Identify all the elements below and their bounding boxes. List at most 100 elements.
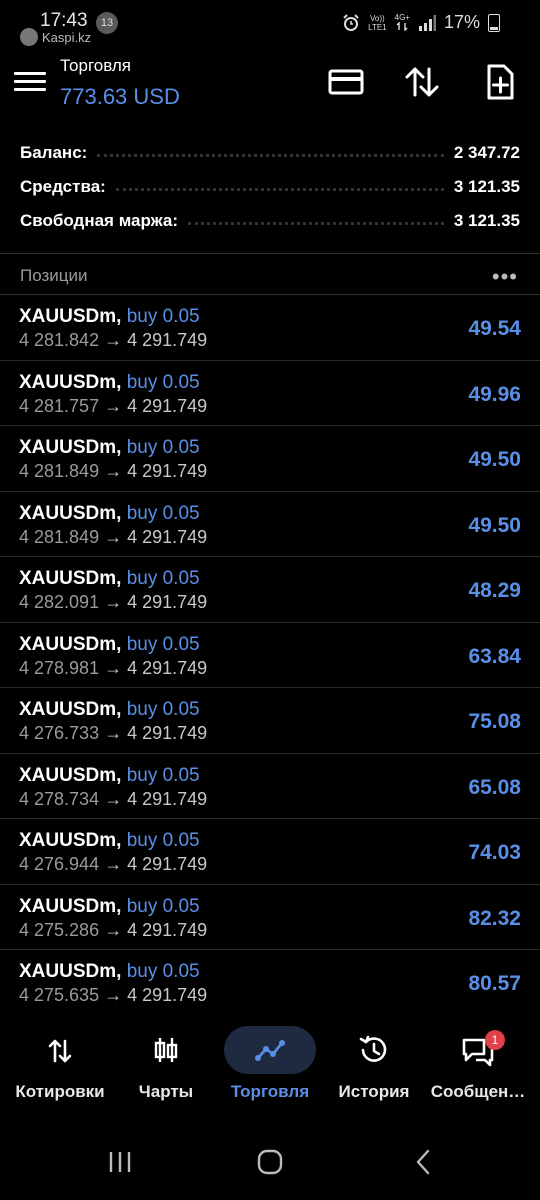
nav-quotes[interactable]: Котировки [6,1020,114,1110]
positions-list: XAUUSDm, buy 0.05 4 281.842 → 4 291.749 … [0,294,540,1015]
position-profit: 75.08 [468,710,521,733]
position-row[interactable]: XAUUSDm, buy 0.05 4 276.733 → 4 291.749 … [0,687,540,753]
position-row[interactable]: XAUUSDm, buy 0.05 4 281.849 → 4 291.749 … [0,490,540,557]
page-title: Торговля [60,56,132,75]
current-price: 4 291.749 [127,461,208,481]
position-row[interactable]: XAUUSDm, buy 0.05 4 282.091 → 4 291.749 … [0,556,540,622]
recent-apps-icon[interactable] [100,1144,140,1180]
nav-messages[interactable]: 1 Сообщен… [424,1020,532,1110]
position-side: buy 0.05 [126,568,200,589]
position-prices: 4 275.286 → 4 291.749 [19,920,207,941]
position-title: XAUUSDm, buy 0.05 [19,634,200,656]
battery-percent: 17% [443,12,480,32]
current-price: 4 291.749 [127,330,208,350]
position-row[interactable]: XAUUSDm, buy 0.05 4 276.944 → 4 291.749 … [0,818,540,884]
hamburger-icon-line [14,72,46,75]
nav-history[interactable]: История [320,1020,428,1110]
nav-label: Чарты [138,1082,194,1101]
balance-value: 2 347.72 [453,143,520,162]
card-icon[interactable] [326,64,366,100]
position-profit: 49.50 [468,448,521,471]
current-price: 4 291.749 [127,985,208,1005]
trade-line-icon [255,1040,285,1061]
position-row[interactable]: XAUUSDm, buy 0.05 4 281.842 → 4 291.749 … [0,294,540,360]
position-side: buy 0.05 [126,306,200,327]
nav-label: История [338,1082,410,1101]
dotted-leader [97,153,444,157]
position-title: XAUUSDm, buy 0.05 [19,765,200,787]
current-price: 4 291.749 [127,395,208,416]
lte-label: LTE1 [368,22,387,32]
notification-count-badge: 13 [96,12,118,34]
open-price: 4 281.842 [19,330,100,350]
position-row[interactable]: XAUUSDm, buy 0.05 4 278.734 → 4 291.749 … [0,752,540,819]
position-prices: 4 281.849 → 4 291.749 [19,461,207,482]
balance-label: Баланс: [20,143,88,162]
network-type: 4G+ [395,13,410,33]
position-title: XAUUSDm, buy 0.05 [19,699,200,721]
nav-charts[interactable]: Чарты [112,1020,220,1110]
position-symbol: XAUUSDm, [19,306,122,327]
open-price: 4 281.757 [19,395,100,416]
position-symbol: XAUUSDm, [19,568,122,589]
positions-header: Позиции ••• [0,256,540,294]
back-icon[interactable] [404,1144,444,1180]
position-side: buy 0.05 [126,502,200,524]
position-side: buy 0.05 [126,371,200,393]
position-row[interactable]: XAUUSDm, buy 0.05 4 281.757 → 4 291.749 … [0,359,540,426]
open-price: 4 276.944 [19,854,100,874]
position-symbol: XAUUSDm, [19,830,122,851]
open-price: 4 281.849 [19,526,100,547]
position-row[interactable]: XAUUSDm, buy 0.05 4 275.286 → 4 291.749 … [0,883,540,950]
sort-arrows-icon[interactable] [402,64,442,100]
open-price: 4 276.733 [19,723,100,743]
quotes-arrows-icon [48,1039,72,1063]
position-prices: 4 275.635 → 4 291.749 [19,985,207,1006]
position-profit: 48.29 [468,579,521,602]
position-row[interactable]: XAUUSDm, buy 0.05 4 278.981 → 4 291.749 … [0,621,540,688]
arrow-right-icon: → [104,395,123,416]
home-icon[interactable] [250,1144,290,1180]
position-row[interactable]: XAUUSDm, buy 0.05 4 275.635 → 4 291.749 … [0,949,540,1015]
position-title: XAUUSDm, buy 0.05 [19,568,200,590]
menu-button[interactable] [14,68,46,96]
current-price: 4 291.749 [127,788,208,809]
open-price: 4 278.734 [19,788,100,809]
position-title: XAUUSDm, buy 0.05 [19,830,200,852]
position-title: XAUUSDm, buy 0.05 [19,896,200,918]
nav-label: Котировки [15,1082,105,1101]
position-profit: 82.32 [468,906,521,930]
more-dots-icon[interactable]: ••• [492,264,518,290]
position-symbol: XAUUSDm, [19,895,122,917]
free-margin-label: Свободная маржа: [20,211,179,230]
free-margin-value: 3 121.35 [453,211,520,230]
equity-row: Средства: 3 121.35 [0,170,540,204]
current-price: 4 291.749 [127,854,208,874]
alarm-icon [343,13,359,31]
current-price: 4 291.749 [127,723,208,743]
new-order-icon[interactable] [480,64,520,100]
position-symbol: XAUUSDm, [19,502,122,524]
position-row[interactable]: XAUUSDm, buy 0.05 4 281.849 → 4 291.749 … [0,425,540,491]
position-prices: 4 278.734 → 4 291.749 [19,789,207,810]
position-side: buy 0.05 [126,699,200,720]
network-label: Vo)) LTE1 [368,14,387,32]
open-price: 4 275.635 [19,985,100,1005]
position-side: buy 0.05 [126,961,200,982]
arrow-right-icon: → [104,526,123,547]
arrow-right-icon: → [104,330,123,350]
position-title: XAUUSDm, buy 0.05 [19,503,200,525]
hamburger-icon-line [14,80,46,83]
system-navigation-bar [0,1130,540,1200]
current-price: 4 291.749 [127,657,208,678]
position-profit: 74.03 [468,841,521,864]
arrow-right-icon: → [104,985,123,1005]
current-price: 4 291.749 [127,526,208,547]
equity-value: 3 121.35 [453,177,520,196]
positions-title: Позиции [20,266,88,285]
nav-trade[interactable]: Торговля [216,1020,324,1110]
status-bar: 17:43 13 Kaspi.kz Vo)) LTE1 4G+ 17% [0,0,540,48]
divider [0,253,540,254]
position-profit: 65.08 [468,775,521,799]
account-balance-header: 773.63 USD [60,84,180,109]
